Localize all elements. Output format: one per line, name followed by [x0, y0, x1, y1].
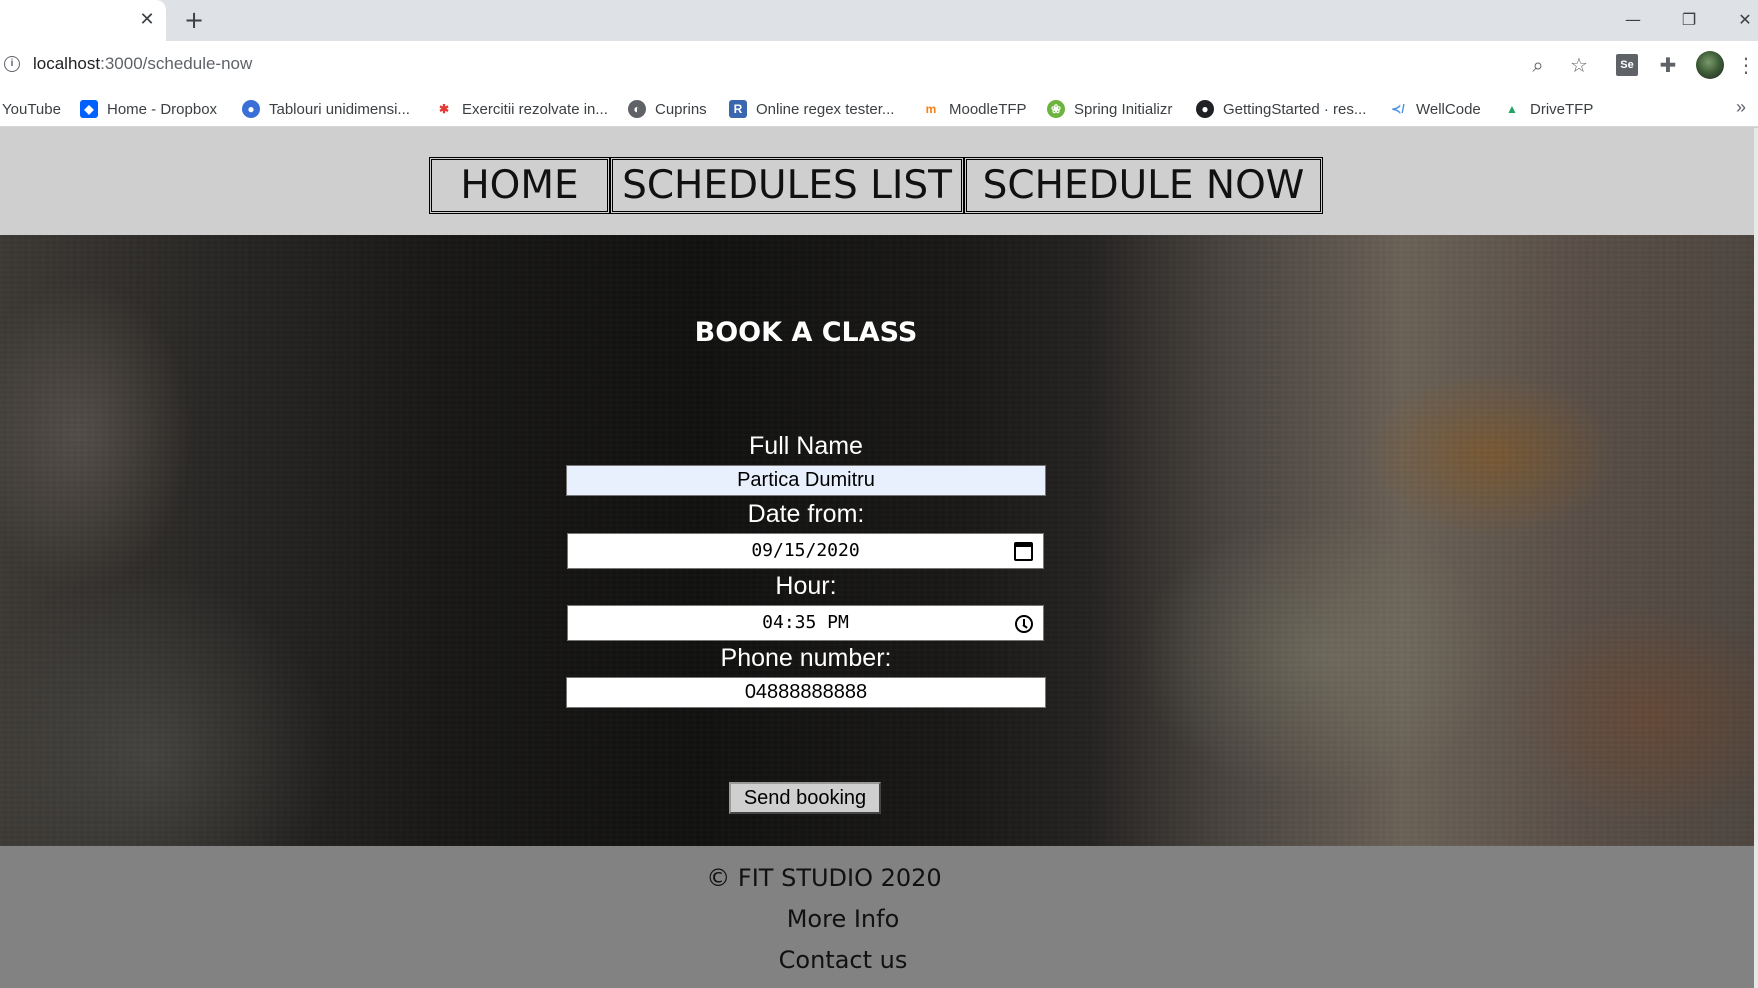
moodle-icon: m [925, 102, 937, 116]
minimize-icon[interactable]: — [1618, 6, 1648, 34]
bookmark-label: GettingStarted · res... [1223, 100, 1367, 118]
github-icon: ● [1196, 100, 1214, 118]
hour-input[interactable]: 04:35 PM [567, 605, 1044, 641]
nav-schedules-list-button[interactable]: SCHEDULES LIST [610, 157, 964, 214]
new-tab-icon[interactable]: + [182, 8, 206, 32]
send-booking-button[interactable]: Send booking [729, 782, 881, 814]
address-toolbar: i localhost:3000/schedule-now ⌕ ☆ Se ✚ ⋮ [0, 41, 1758, 89]
page-scrollbar[interactable] [1754, 128, 1758, 988]
bookmark-dropbox[interactable]: ◆ Home - Dropbox [80, 99, 217, 119]
active-tab[interactable]: ✕ [0, 0, 166, 41]
calendar-icon[interactable] [1014, 542, 1033, 561]
page-title: BOOK A CLASS [694, 317, 918, 348]
phone-input[interactable]: 04888888888 [566, 677, 1046, 708]
bookmark-label: DriveTFP [1530, 100, 1594, 118]
date-label: Date from: [747, 500, 865, 528]
star-icon[interactable]: ☆ [1566, 52, 1592, 78]
bookmark-label: Cuprins [655, 100, 707, 118]
nav-schedule-now-button[interactable]: SCHEDULE NOW [964, 157, 1323, 214]
bookmark-exercitii[interactable]: ✱ Exercitii rezolvate in... [435, 99, 608, 119]
bookmark-drive[interactable]: ▲ DriveTFP [1503, 99, 1593, 119]
footer-copyright: © FIT STUDIO 2020 [706, 864, 942, 892]
bookmark-label: MoodleTFP [949, 100, 1027, 118]
full-name-input[interactable]: Partica Dumitru [566, 465, 1046, 496]
selenium-extension-icon[interactable]: Se [1616, 54, 1638, 76]
close-window-icon[interactable]: ✕ [1730, 6, 1758, 34]
site-info-icon[interactable]: i [4, 56, 20, 72]
bookmark-label: Home - Dropbox [107, 100, 218, 118]
bookmark-label: Tablouri unidimensi... [269, 100, 410, 118]
zoom-icon[interactable]: ⌕ [1525, 52, 1551, 78]
bookmarks-bar: YouTube ◆ Home - Dropbox ● Tablouri unid… [0, 89, 1758, 127]
globe-icon: ● [242, 100, 260, 118]
wellcode-icon: ≺/ [1391, 102, 1405, 116]
bookmark-label: Exercitii rezolvate in... [462, 100, 608, 118]
world-icon: ◐ [628, 100, 646, 118]
full-name-label: Full Name [749, 432, 863, 460]
bookmark-cuprins[interactable]: ◐ Cuprins [628, 99, 707, 119]
footer-contact-link[interactable]: Contact us [19, 946, 1667, 974]
hour-value: 04:35 PM [762, 612, 849, 633]
footer-more-info-link[interactable]: More Info [19, 905, 1667, 933]
bookmark-spring[interactable]: ❀ Spring Initializr [1047, 99, 1172, 119]
nav-home-button[interactable]: HOME [429, 157, 610, 214]
bookmarks-overflow-icon[interactable]: » [1736, 97, 1746, 118]
bookmark-label: WellCode [1416, 100, 1481, 118]
restore-icon[interactable]: ❐ [1674, 6, 1704, 34]
bookmark-label: Online regex tester... [756, 100, 895, 118]
close-tab-icon[interactable]: ✕ [137, 10, 157, 30]
bookmark-label: YouTube [2, 100, 61, 118]
url-host: localhost [33, 54, 101, 73]
regex-icon: R [729, 100, 747, 118]
spring-icon: ❀ [1047, 100, 1065, 118]
site-footer: © FIT STUDIO 2020 More Info Contact us [0, 846, 1754, 988]
phone-label: Phone number: [720, 644, 892, 672]
menu-icon[interactable]: ⋮ [1736, 52, 1756, 78]
site-navbar: HOME SCHEDULES LIST SCHEDULE NOW [0, 128, 1754, 235]
bookmark-regex[interactable]: R Online regex tester... [729, 99, 894, 119]
bookmark-youtube[interactable]: YouTube [2, 99, 61, 119]
drive-icon: ▲ [1506, 102, 1518, 116]
bookmark-label: Spring Initializr [1074, 100, 1173, 118]
clock-icon[interactable] [1015, 615, 1033, 633]
bookmark-tablouri[interactable]: ● Tablouri unidimensi... [242, 99, 410, 119]
date-value: 09/15/2020 [751, 540, 860, 561]
bookmark-moodle[interactable]: m MoodleTFP [922, 99, 1027, 119]
dropbox-icon: ◆ [80, 100, 98, 118]
hour-label: Hour: [775, 572, 837, 600]
extensions-icon[interactable]: ✚ [1655, 52, 1681, 78]
url-path: :3000/schedule-now [100, 54, 253, 73]
asterisk-icon: ✱ [438, 102, 450, 116]
booking-section: BOOK A CLASS Full Name Partica Dumitru D… [0, 235, 1754, 846]
bookmark-github[interactable]: ● GettingStarted · res... [1196, 99, 1366, 119]
avatar[interactable] [1696, 51, 1724, 79]
page-content: HOME SCHEDULES LIST SCHEDULE NOW BOOK A … [0, 128, 1758, 988]
bookmark-wellcode[interactable]: ≺/ WellCode [1389, 99, 1481, 119]
date-input[interactable]: 09/15/2020 [567, 533, 1044, 569]
browser-tabstrip: ✕ + — ❐ ✕ [0, 0, 1758, 41]
address-bar[interactable]: localhost:3000/schedule-now [33, 54, 252, 74]
